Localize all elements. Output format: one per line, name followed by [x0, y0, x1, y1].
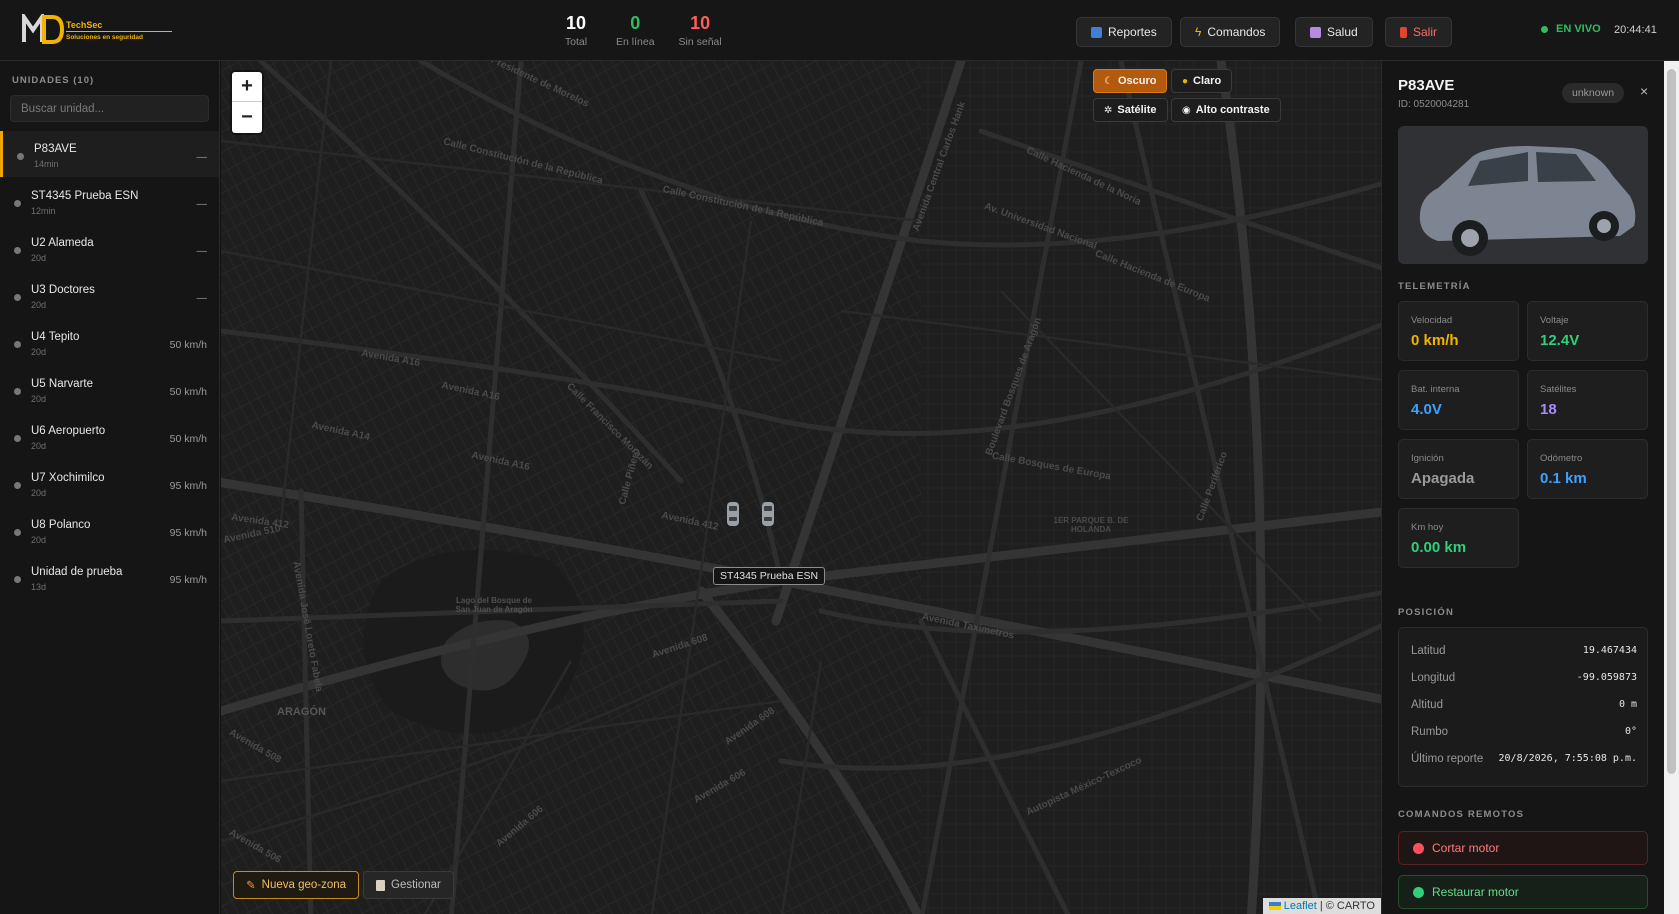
logo-tagline: Soluciones en seguridad	[66, 34, 143, 41]
flag-icon	[1268, 902, 1281, 910]
status-dot-icon	[17, 153, 24, 160]
position-longitude: Longitud -99.059873	[1411, 672, 1637, 684]
unit-item-u8[interactable]: U8 Polanco 20d 95 km/h	[0, 507, 219, 553]
top-bar: TechSec Soluciones en seguridad 10 Total…	[0, 0, 1679, 61]
position-latitude: Latitud 19.467434	[1411, 645, 1637, 657]
scrollbar-thumb[interactable]	[1667, 69, 1676, 774]
clipboard-icon	[376, 879, 385, 891]
status-dot-icon	[14, 200, 21, 207]
salir-button[interactable]: Salir	[1385, 17, 1453, 47]
telemetry-ignition: Ignición Apagada	[1398, 439, 1519, 499]
logo: TechSec Soluciones en seguridad	[22, 14, 172, 48]
layer-contrast-button[interactable]: ◉ Alto contraste	[1171, 98, 1281, 122]
eye-icon: ◉	[1182, 104, 1191, 116]
new-geozone-button[interactable]: ✎ Nueva geo-zona	[233, 871, 360, 899]
position-heading: Rumbo 0°	[1411, 726, 1637, 738]
leaflet-link[interactable]: Leaflet	[1284, 900, 1317, 912]
status-dot-icon	[14, 247, 21, 254]
lightning-icon: ϟ	[1195, 25, 1202, 39]
status-dot-icon	[14, 388, 21, 395]
vehicle-marker-icon[interactable]	[761, 501, 775, 527]
unit-item-u4[interactable]: U4 Tepito 20d 50 km/h	[0, 319, 219, 365]
map-view[interactable]: Avenida 412 Avenida 412 Avenida 608 Aven…	[221, 61, 1381, 914]
unit-stats: 10 Total 0 En línea 10 Sin señal	[560, 12, 722, 48]
position-title: POSICIÓN	[1398, 607, 1455, 618]
unit-detail-panel: P83AVE ID: 0520004281 unknown × TELEMETR…	[1381, 61, 1664, 914]
moon-icon: ☾	[1104, 75, 1113, 87]
unit-item-u5[interactable]: U5 Narvarte 20d 50 km/h	[0, 366, 219, 412]
vehicle-photo	[1398, 126, 1648, 264]
salud-button[interactable]: Salud	[1295, 17, 1373, 47]
zoom-control: + −	[232, 72, 262, 133]
status-dot-icon	[14, 482, 21, 489]
position-altitude: Altitud 0 m	[1411, 699, 1637, 711]
chart-icon	[1091, 26, 1102, 38]
health-icon	[1310, 26, 1321, 38]
satellite-icon: ✲	[1104, 104, 1113, 116]
telemetry-title: TELEMETRÍA	[1398, 281, 1471, 292]
unit-search-input[interactable]	[10, 95, 209, 122]
position-box: Latitud 19.467434 Longitud -99.059873 Al…	[1398, 627, 1648, 787]
manage-geozones-button[interactable]: Gestionar	[363, 871, 454, 899]
stat-online: 0 En línea	[616, 13, 655, 48]
zoom-out-button[interactable]: −	[232, 102, 262, 132]
unit-item-u2[interactable]: U2 Alameda 20d —	[0, 225, 219, 271]
status-dot-icon	[14, 341, 21, 348]
logo-brand: TechSec	[66, 20, 103, 30]
green-dot-icon	[1413, 886, 1424, 898]
telemetry-speed: Velocidad 0 km/h	[1398, 301, 1519, 361]
telemetry-km-today: Km hoy 0.00 km	[1398, 508, 1519, 568]
status-dot-icon	[14, 529, 21, 536]
status-dot-icon	[14, 576, 21, 583]
live-indicator: EN VIVO	[1541, 23, 1601, 35]
close-icon[interactable]: ×	[1640, 83, 1648, 99]
map-attribution: Leaflet | © CARTO	[1262, 898, 1381, 914]
status-dot-icon	[14, 435, 21, 442]
car-icon	[1398, 126, 1648, 264]
restore-engine-button[interactable]: Restaurar motor	[1398, 875, 1648, 909]
telemetry-battery: Bat. interna 4.0V	[1398, 370, 1519, 430]
unit-item-u6[interactable]: U6 Aeropuerto 20d 50 km/h	[0, 413, 219, 459]
cut-engine-button[interactable]: Cortar motor	[1398, 831, 1648, 865]
panel-scrollbar[interactable]	[1664, 61, 1679, 914]
commands-title: COMANDOS REMOTOS	[1398, 809, 1525, 820]
reportes-button[interactable]: Reportes	[1076, 17, 1172, 47]
zoom-in-button[interactable]: +	[232, 72, 262, 102]
red-dot-icon	[1413, 842, 1424, 854]
logo-icon	[22, 14, 64, 44]
stat-total: 10 Total	[564, 13, 588, 48]
unit-item-u7[interactable]: U7 Xochimilco 20d 95 km/h	[0, 460, 219, 506]
units-sidebar: UNIDADES (10) P83AVE 14min — ST4345 Prue…	[0, 61, 220, 914]
door-icon	[1400, 26, 1407, 38]
live-dot-icon	[1541, 25, 1548, 33]
pencil-icon: ✎	[246, 880, 256, 892]
lake-label: Lago del Bosque de San Juan de Aragón	[455, 596, 533, 614]
unit-item-u3[interactable]: U3 Doctores 20d —	[0, 272, 219, 318]
clock: 20:44:41	[1614, 24, 1657, 36]
unit-title: P83AVE	[1398, 77, 1455, 94]
layer-dark-button[interactable]: ☾ Oscuro	[1093, 69, 1168, 93]
telemetry-odometer: Odómetro 0.1 km	[1527, 439, 1648, 499]
status-badge: unknown	[1562, 83, 1625, 103]
layer-light-button[interactable]: ● Claro	[1171, 69, 1233, 93]
comandos-button[interactable]: ϟ Comandos	[1180, 17, 1281, 47]
unit-id: ID: 0520004281	[1398, 99, 1470, 110]
telemetry-satellites: Satélites 18	[1527, 370, 1648, 430]
district-label: ARAGÓN	[277, 706, 326, 718]
position-last-report: Último reporte 20/8/2026, 7:55:08 p.m.	[1411, 753, 1637, 765]
telemetry-voltage: Voltaje 12.4V	[1527, 301, 1648, 361]
status-dot-icon	[14, 294, 21, 301]
vehicle-tooltip: ST4345 Prueba ESN	[713, 567, 826, 585]
units-title: UNIDADES (10)	[12, 75, 95, 86]
unit-item-prueba[interactable]: Unidad de prueba 13d 95 km/h	[0, 554, 219, 600]
vehicle-marker-icon[interactable]	[726, 501, 740, 527]
sun-icon: ●	[1182, 75, 1189, 87]
unit-item-st4345[interactable]: ST4345 Prueba ESN 12min —	[0, 178, 219, 224]
layer-satellite-button[interactable]: ✲ Satélite	[1093, 98, 1168, 122]
park-label: 1ER PARQUE B. DE HOLANDA	[1053, 516, 1129, 534]
stat-no-signal: 10 Sin señal	[678, 13, 722, 48]
unit-item-p83ave[interactable]: P83AVE 14min —	[0, 131, 219, 177]
